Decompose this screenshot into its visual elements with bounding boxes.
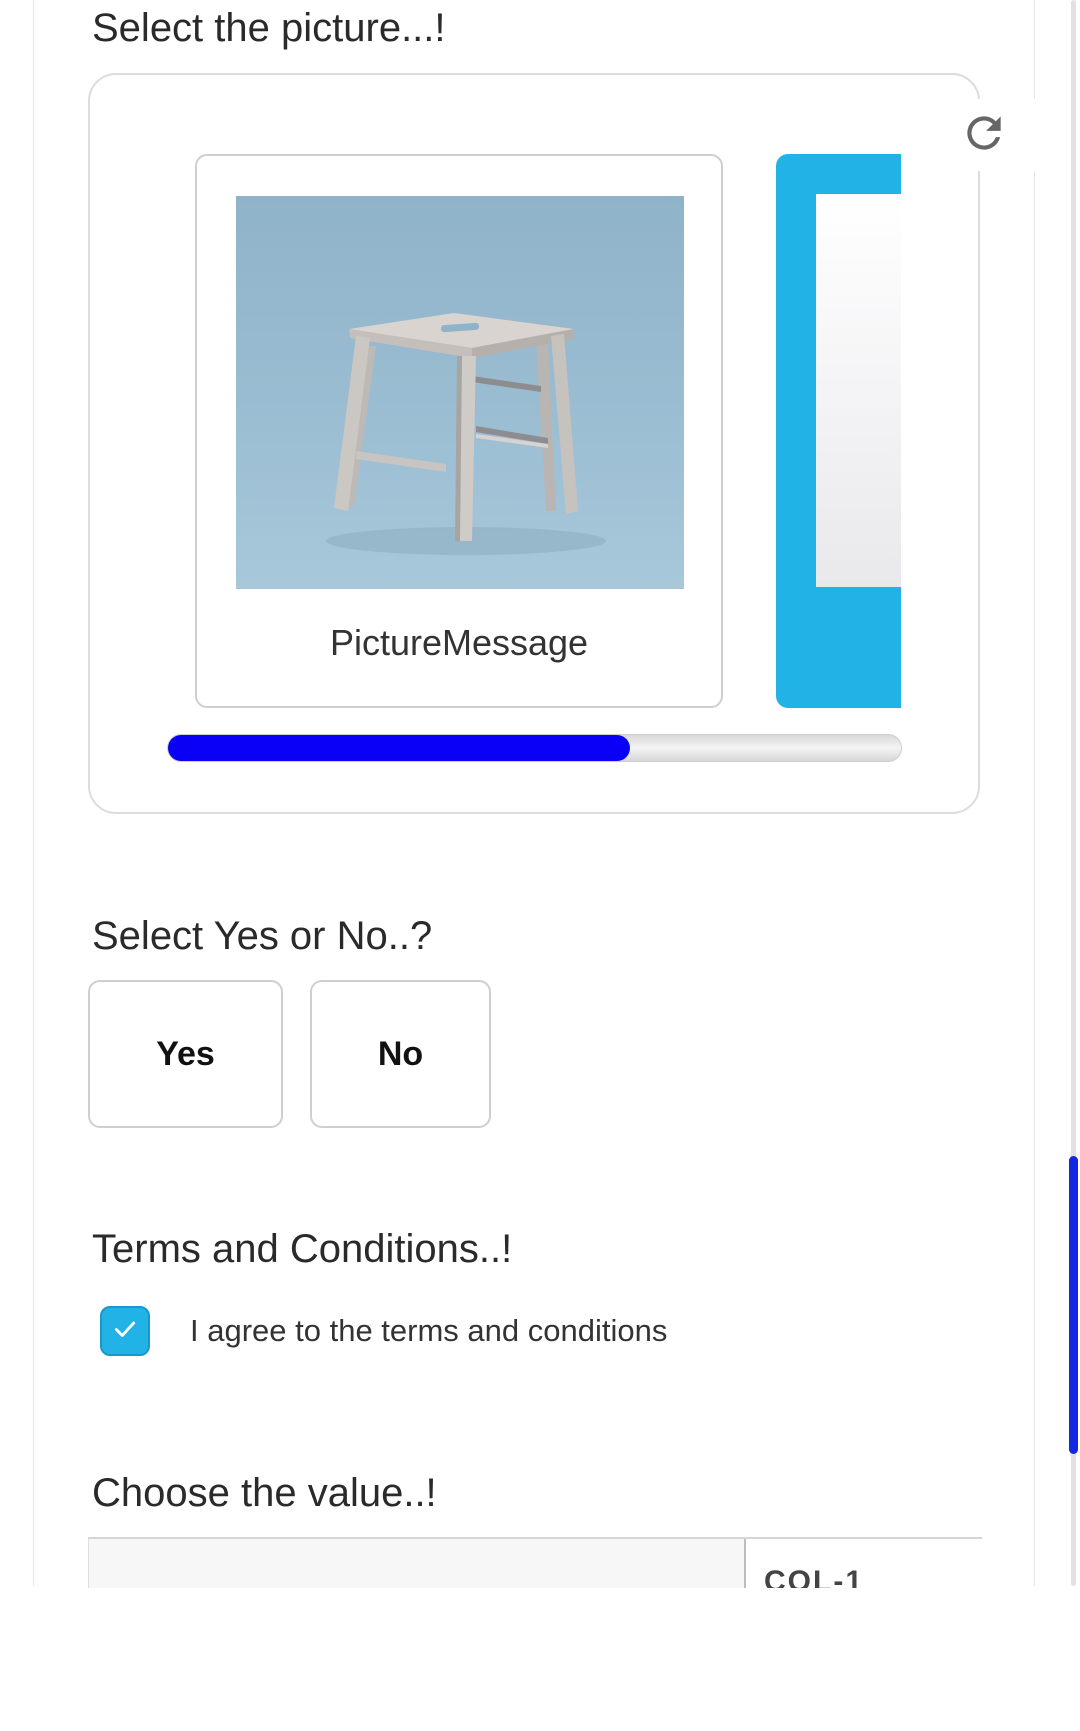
reset-button[interactable]	[930, 99, 1038, 171]
no-button[interactable]: No	[310, 980, 491, 1128]
terms-checkbox-label[interactable]: I agree to the terms and conditions	[190, 1313, 667, 1349]
value-question-title: Choose the value..!	[92, 1471, 437, 1515]
terms-title: Terms and Conditions..!	[92, 1227, 513, 1271]
container-right-border	[1034, 0, 1035, 1586]
survey-page: Select the picture...! PictureMessage Se…	[0, 0, 1080, 1731]
stool-image	[236, 196, 684, 589]
picture-option-2-selected[interactable]	[776, 154, 901, 708]
yesno-question-title: Select Yes or No..?	[92, 914, 433, 958]
page-scrollbar[interactable]	[1068, 0, 1080, 1586]
picture-option-1[interactable]: PictureMessage	[195, 154, 723, 708]
refresh-icon	[959, 108, 1009, 163]
container-left-border	[33, 0, 34, 1586]
page-scrollbar-thumb[interactable]	[1069, 1156, 1078, 1454]
terms-checkbox[interactable]	[100, 1306, 150, 1356]
picture-carousel[interactable]: PictureMessage	[193, 152, 901, 710]
picture-caption: PictureMessage	[329, 622, 589, 663]
picture-question-title: Select the picture...!	[92, 6, 446, 50]
column-header: COL-1	[764, 1565, 864, 1588]
carousel-scrollbar[interactable]	[167, 734, 902, 762]
carousel-scrollbar-thumb[interactable]	[168, 735, 630, 761]
value-matrix-table: COL-1	[88, 1537, 982, 1588]
picture-option-2-image	[816, 194, 901, 587]
yes-button[interactable]: Yes	[88, 980, 283, 1128]
checkmark-icon	[112, 1316, 138, 1347]
table-corner-cell	[88, 1539, 746, 1588]
